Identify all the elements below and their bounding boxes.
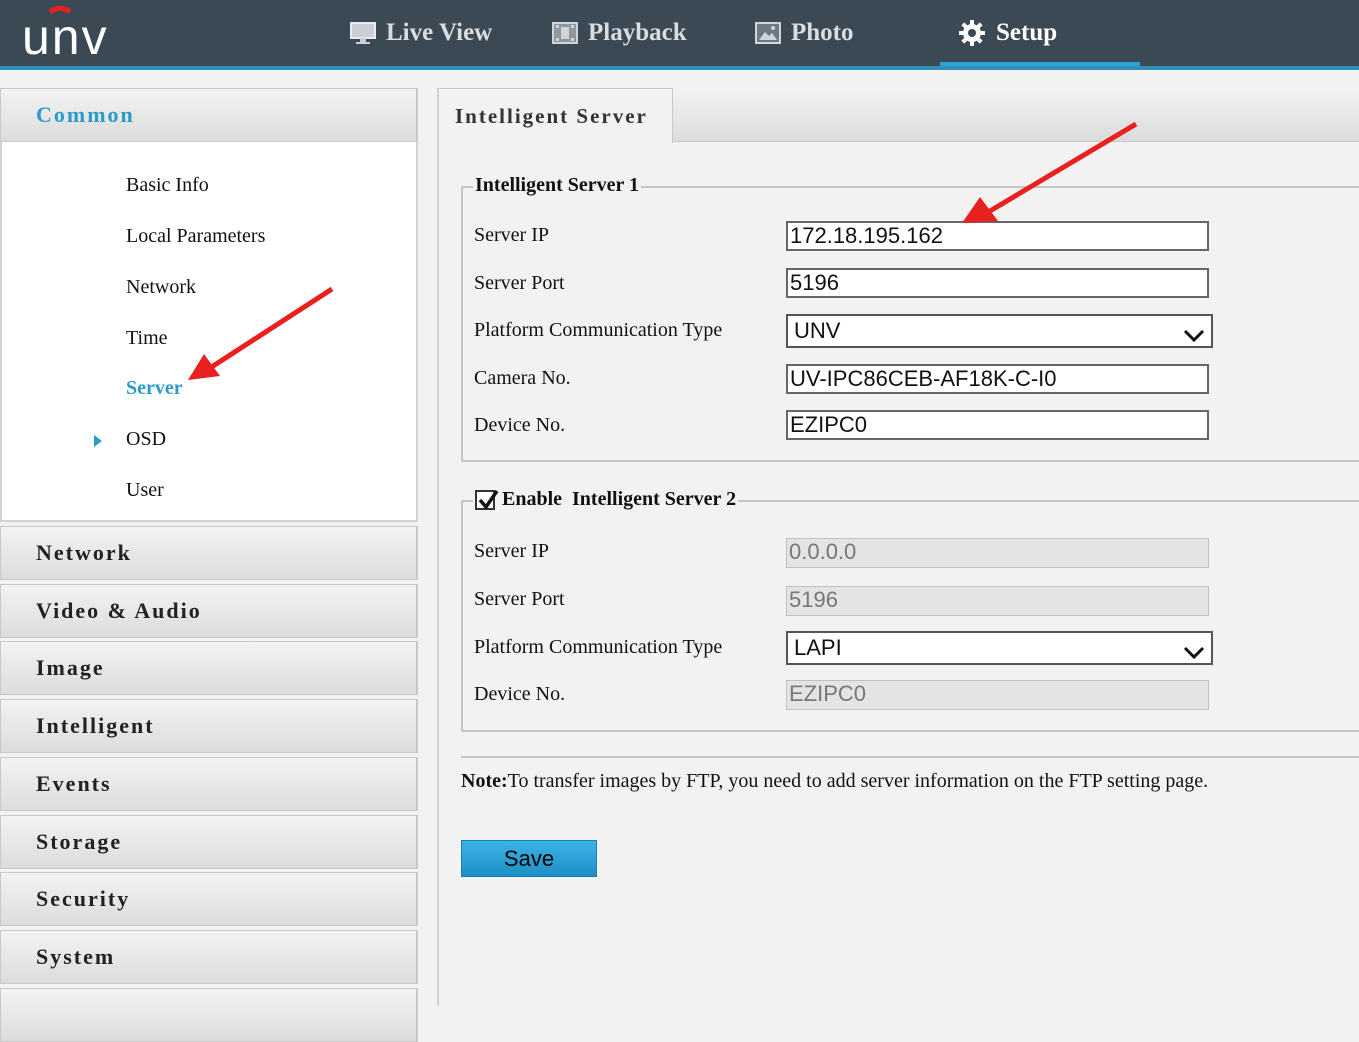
tab-intelligent-server[interactable]: Intelligent Server: [439, 88, 673, 143]
enable-server2-label: Enable Intelligent Server 2: [502, 488, 737, 510]
server1-ip-label: Server IP: [474, 224, 549, 246]
gear-icon: [958, 19, 986, 47]
monitor-icon: [350, 21, 376, 45]
main-panel: Intelligent Server Intelligent Server 1 …: [437, 88, 1359, 1006]
sidebar-section-security[interactable]: Security: [0, 872, 418, 926]
enable-server2-checkbox[interactable]: [475, 489, 499, 510]
sidebar-item-network[interactable]: Network: [126, 276, 196, 299]
note-prefix: Note:: [461, 770, 508, 792]
server1-port-label: Server Port: [474, 272, 565, 294]
active-item-marker-icon: [94, 435, 102, 447]
server2-platform-value: LAPI: [794, 635, 842, 660]
sidebar-section-storage[interactable]: Storage: [0, 815, 418, 869]
intelligent-server-1-legend: Intelligent Server 1: [473, 174, 642, 197]
checkmark-icon: [478, 489, 499, 510]
server1-device-no-label: Device No.: [474, 414, 566, 436]
unv-logo: unv: [22, 5, 142, 65]
server1-port-input[interactable]: 5196: [786, 268, 1209, 298]
sidebar-item-local-parameters[interactable]: Local Parameters: [126, 225, 265, 248]
save-button[interactable]: Save: [461, 840, 597, 877]
nav-live-view[interactable]: Live View: [350, 0, 492, 66]
server2-platform-select[interactable]: LAPI: [786, 631, 1213, 665]
sidebar-item-user[interactable]: User: [126, 479, 164, 502]
sidebar-section-common[interactable]: Common: [0, 88, 418, 142]
server1-platform-label: Platform Communication Type: [474, 319, 723, 341]
film-icon: [552, 21, 578, 45]
ftp-note: Note:To transfer images by FTP, you need…: [461, 770, 1208, 793]
server2-port-label: Server Port: [474, 588, 565, 610]
settings-sidebar: Common Basic Info Local Parameters Netwo…: [0, 88, 418, 1042]
top-nav-bar: unv Live View Playback Photo Setup: [0, 0, 1359, 67]
sidebar-item-osd[interactable]: OSD: [126, 428, 166, 451]
server1-camera-no-input[interactable]: UV-IPC86CEB-AF18K-C-I0: [786, 364, 1209, 394]
nav-live-view-label: Live View: [386, 19, 493, 46]
server1-device-no-input[interactable]: EZIPC0: [786, 410, 1209, 440]
nav-setup[interactable]: Setup: [958, 0, 1057, 66]
server2-device-no-label: Device No.: [474, 683, 566, 705]
logo-text: unv: [22, 9, 109, 62]
sidebar-section-image[interactable]: Image: [0, 641, 418, 695]
nav-photo[interactable]: Photo: [755, 0, 854, 66]
nav-playback[interactable]: Playback: [552, 0, 687, 66]
server1-ip-input[interactable]: 172.18.195.162: [786, 221, 1209, 251]
note-text: To transfer images by FTP, you need to a…: [507, 770, 1209, 792]
chevron-down-icon: [1183, 639, 1205, 669]
common-submenu: Basic Info Local Parameters Network Time…: [0, 142, 418, 522]
section-divider: [461, 756, 1359, 758]
server1-camera-no-label: Camera No.: [474, 367, 571, 389]
server2-device-no-input[interactable]: EZIPC0: [786, 680, 1209, 710]
server1-platform-select[interactable]: UNV: [786, 314, 1213, 348]
picture-icon: [755, 21, 781, 45]
server2-ip-input[interactable]: 0.0.0.0: [786, 538, 1209, 568]
server1-platform-value: UNV: [794, 318, 841, 343]
nav-setup-label: Setup: [996, 19, 1058, 46]
server2-ip-label: Server IP: [474, 540, 549, 562]
sidebar-section-video-audio[interactable]: Video & Audio: [0, 584, 418, 638]
sidebar-item-basic-info[interactable]: Basic Info: [126, 174, 209, 197]
tab-bar: Intelligent Server: [439, 88, 1359, 143]
sidebar-item-time[interactable]: Time: [126, 327, 168, 350]
sidebar-section-events[interactable]: Events: [0, 757, 418, 811]
sidebar-section-system[interactable]: System: [0, 930, 418, 984]
nav-playback-label: Playback: [588, 19, 687, 46]
sidebar-section-network[interactable]: Network: [0, 526, 418, 580]
nav-photo-label: Photo: [791, 19, 854, 46]
server2-platform-label: Platform Communication Type: [474, 636, 723, 658]
sidebar-section-more[interactable]: [0, 988, 418, 1042]
sidebar-section-intelligent[interactable]: Intelligent: [0, 699, 418, 753]
intelligent-server-1-group: Intelligent Server 1 Server IP 172.18.19…: [461, 174, 1359, 462]
server2-port-input[interactable]: 5196: [786, 586, 1209, 616]
intelligent-server-2-legend: Enable Intelligent Server 2: [473, 488, 739, 511]
topbar-accent-line: [0, 66, 1359, 70]
intelligent-server-2-group: Enable Intelligent Server 2 Server IP 0.…: [461, 488, 1359, 732]
sidebar-item-server[interactable]: Server: [126, 377, 183, 400]
chevron-down-icon: [1183, 322, 1205, 352]
